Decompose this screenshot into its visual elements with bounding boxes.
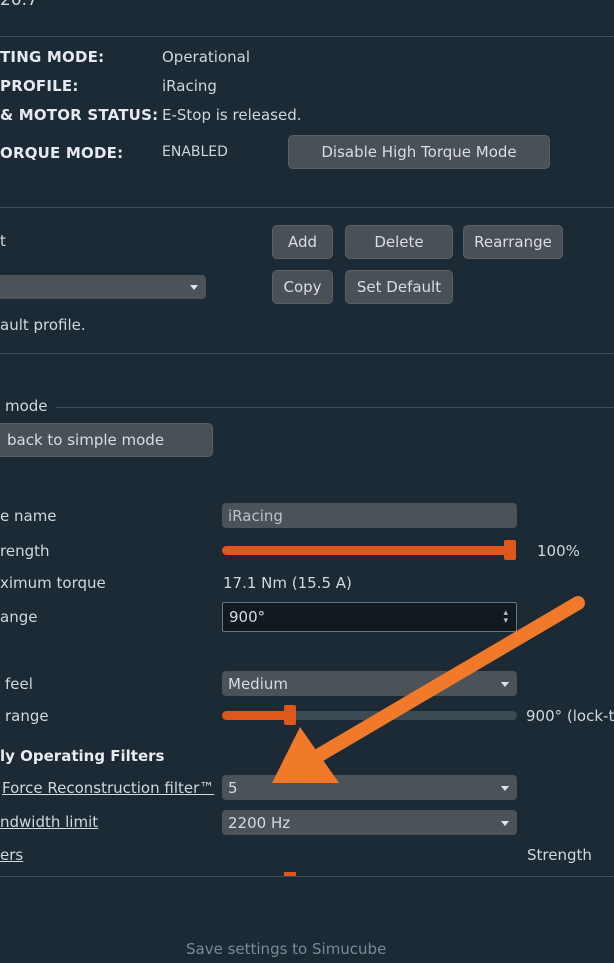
profile-select-label: t: [0, 232, 6, 250]
max-torque-value: 17.1 Nm (15.5 A): [223, 574, 352, 592]
set-default-button[interactable]: Set Default: [345, 270, 453, 304]
strength-slider-fill: [222, 546, 516, 555]
rearrange-button[interactable]: Rearrange: [463, 225, 563, 259]
chevron-down-icon: [190, 285, 198, 290]
copy-button[interactable]: Copy: [272, 270, 333, 304]
add-button[interactable]: Add: [272, 225, 333, 259]
feel-dropdown[interactable]: Medium: [222, 671, 517, 696]
feel-range-slider[interactable]: [222, 705, 517, 725]
profile-dropdown[interactable]: [0, 275, 206, 299]
back-to-simple-mode-label: back to simple mode: [7, 431, 165, 449]
version-text: 20.7: [0, 0, 38, 10]
torque-mode-value: ENABLED: [162, 144, 228, 160]
chevron-down-icon: [501, 820, 509, 826]
feel-label: feel: [5, 675, 33, 693]
profile-name-label: e name: [0, 507, 57, 525]
profile-divider: [0, 353, 614, 354]
chevron-down-icon: [501, 681, 509, 687]
operating-mode-value: Operational: [162, 48, 251, 66]
feel-value: Medium: [228, 674, 288, 693]
torque-mode-label: ORQUE MODE:: [0, 144, 124, 162]
header-divider: [0, 36, 614, 37]
feel-range-value: 900° (lock-t: [526, 707, 614, 725]
strength-value: 100%: [537, 542, 580, 560]
spin-arrows-icon[interactable]: ▴ ▾: [503, 609, 508, 626]
profile-label: PROFILE:: [0, 77, 79, 95]
profile-value: iRacing: [162, 77, 217, 95]
motor-status-value: E-Stop is released.: [162, 106, 302, 124]
strength-column-header: Strength: [527, 846, 592, 864]
profile-name-input[interactable]: iRacing: [222, 503, 517, 528]
strength-slider-handle[interactable]: [504, 540, 516, 560]
strength-slider[interactable]: [222, 540, 516, 560]
operating-mode-label: TING MODE:: [0, 48, 105, 66]
mode-group-title: mode: [5, 397, 48, 415]
range-label: ange: [0, 608, 38, 626]
delete-button[interactable]: Delete: [345, 225, 453, 259]
bandwidth-limit-value: 2200 Hz: [228, 813, 291, 832]
settings-bottom-divider: [0, 876, 614, 877]
range-spinbox[interactable]: 900° ▴ ▾: [222, 602, 517, 632]
save-settings-button[interactable]: Save settings to Simucube: [186, 940, 386, 958]
back-to-simple-mode-button[interactable]: back to simple mode: [0, 423, 213, 457]
mode-group-line: [56, 407, 614, 408]
feel-range-slider-fill: [222, 711, 290, 720]
feel-range-label: range: [5, 707, 49, 725]
bandwidth-limit-dropdown[interactable]: 2200 Hz: [222, 810, 517, 835]
bandwidth-limit-link[interactable]: ndwidth limit: [0, 813, 98, 831]
chevron-down-icon: [501, 785, 509, 791]
strength-label: rength: [0, 542, 50, 560]
more-filters-link[interactable]: ers: [0, 846, 23, 864]
motor-status-label: & MOTOR STATUS:: [0, 106, 159, 124]
profile-name-value: iRacing: [228, 506, 283, 525]
feel-range-slider-handle[interactable]: [283, 705, 296, 725]
filters-section-title: ly Operating Filters: [0, 747, 165, 765]
default-profile-note: ault profile.: [0, 316, 86, 334]
reconstruction-filter-value: 5: [228, 778, 238, 797]
disable-high-torque-button[interactable]: Disable High Torque Mode: [288, 135, 550, 169]
reconstruction-filter-dropdown[interactable]: 5: [222, 775, 517, 800]
max-torque-label: ximum torque: [0, 574, 106, 592]
range-value: 900°: [229, 608, 266, 626]
status-divider: [0, 207, 614, 208]
reconstruction-filter-link[interactable]: Force Reconstruction filter™: [2, 779, 214, 797]
